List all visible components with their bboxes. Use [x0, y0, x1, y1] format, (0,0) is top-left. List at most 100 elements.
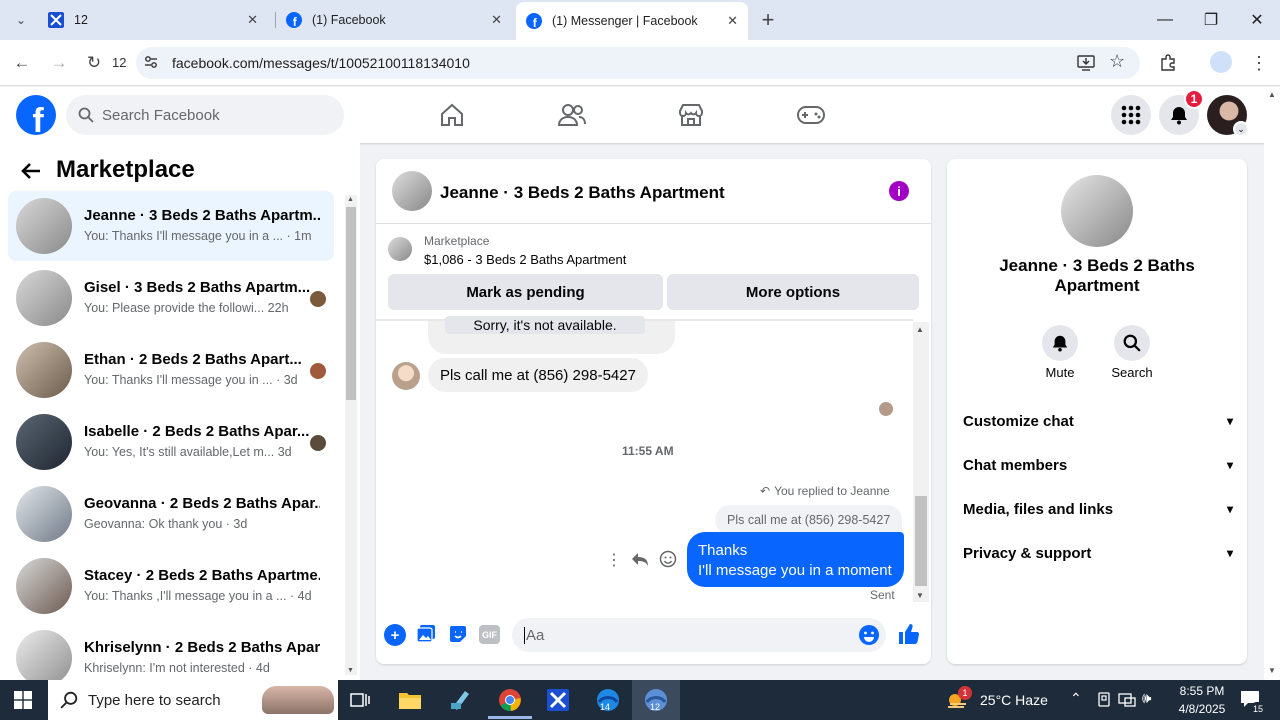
network-icon[interactable] — [1118, 692, 1136, 708]
chat-members-section[interactable]: Chat members ▾ — [963, 453, 1233, 477]
search-icon — [78, 107, 94, 123]
close-window-button[interactable]: ✕ — [1234, 0, 1280, 40]
scroll-up-arrow-icon[interactable]: ▲ — [347, 196, 354, 203]
tab-title: 12 — [74, 13, 88, 27]
browser-tab-1[interactable]: 12 ✕ — [38, 0, 268, 40]
clock-date[interactable]: 4/8/2025 — [1168, 702, 1236, 716]
menu-button[interactable] — [1111, 95, 1151, 135]
conversation-item[interactable]: Jeanne · 3 Beds 2 Baths Apartm... You: T… — [8, 191, 334, 261]
app-icon[interactable] — [538, 684, 578, 716]
chrome-app-icon[interactable] — [490, 684, 530, 716]
browser-tab-2[interactable]: f (1) Facebook ✕ — [276, 0, 512, 40]
facebook-search-input[interactable]: Search Facebook — [66, 95, 344, 135]
new-tab-button[interactable]: + — [753, 5, 783, 35]
chat-title[interactable]: Jeanne · 3 Beds 2 Baths Apartment — [440, 183, 725, 203]
file-explorer-icon[interactable] — [390, 684, 430, 716]
extensions-icon[interactable] — [1159, 53, 1177, 71]
received-message-bubble[interactable]: Pls call me at (856) 298-5427 — [428, 358, 648, 392]
conversation-item[interactable]: Isabelle · 2 Beds 2 Baths Apar... You: Y… — [8, 407, 334, 477]
close-tab-icon[interactable]: ✕ — [727, 13, 738, 29]
nav-marketplace[interactable] — [661, 95, 721, 135]
privacy-support-section[interactable]: Privacy & support ▾ — [963, 541, 1233, 565]
device-icon[interactable] — [1096, 692, 1112, 708]
sticker-icon[interactable] — [447, 623, 469, 645]
emoji-icon[interactable] — [858, 624, 880, 646]
chevron-up-icon[interactable]: ⌃ — [1070, 690, 1082, 707]
message-more-icon[interactable]: ⋮ — [606, 550, 622, 570]
install-app-icon[interactable] — [1077, 55, 1095, 71]
nav-friends[interactable] — [542, 95, 602, 135]
conversation-preview: You: Thanks I'll message you in ... · 3d — [84, 373, 298, 387]
search-conversation-button[interactable] — [1114, 325, 1150, 361]
task-view-icon[interactable] — [340, 684, 380, 716]
more-actions-plus-icon[interactable]: + — [384, 624, 406, 646]
windows-start-icon[interactable] — [14, 691, 32, 709]
facebook-favicon-icon: f — [526, 13, 542, 29]
chrome-menu-icon[interactable]: ⋮ — [1244, 48, 1274, 78]
quoted-message[interactable]: Pls call me at (856) 298-5427 — [715, 505, 903, 535]
close-tab-icon[interactable]: ✕ — [247, 12, 258, 28]
chevron-down-icon[interactable]: ⌄ — [1233, 121, 1249, 137]
clock-time[interactable]: 8:55 PM — [1172, 684, 1232, 698]
back-button[interactable]: ← — [7, 48, 37, 78]
notepad-app-icon[interactable] — [440, 684, 480, 716]
listing-thumbnail[interactable] — [388, 237, 412, 261]
conversation-item[interactable]: Stacey · 2 Beds 2 Baths Apartme... You: … — [8, 551, 334, 621]
reply-arrow-icon: ↶ — [760, 484, 771, 498]
minimize-button[interactable]: — — [1142, 0, 1188, 40]
marketplace-icon — [679, 104, 703, 126]
forward-button[interactable]: → — [44, 48, 74, 78]
tab-search-button[interactable]: ⌄ — [6, 5, 36, 35]
conversation-item[interactable]: Geovanna · 2 Beds 2 Baths Apar... Geovan… — [8, 479, 334, 549]
conversation-item[interactable]: Gisel · 3 Beds 2 Baths Apartm... You: Pl… — [8, 263, 334, 333]
active-app-indicator — [488, 716, 532, 719]
volume-icon[interactable]: 🕪 — [1142, 690, 1151, 707]
info-icon[interactable]: i — [889, 181, 909, 201]
page-scrollbar[interactable] — [1264, 88, 1280, 680]
more-options-button[interactable]: More options — [667, 274, 919, 310]
chat-avatar[interactable] — [392, 171, 432, 211]
scrollbar-thumb[interactable] — [915, 496, 927, 586]
browser-tab-3-active[interactable]: f (1) Messenger | Facebook ✕ — [516, 2, 748, 40]
close-tab-icon[interactable]: ✕ — [491, 12, 502, 28]
restore-button[interactable]: ❐ — [1188, 0, 1234, 40]
scroll-up-arrow-icon[interactable]: ▲ — [1268, 90, 1276, 99]
reload-button[interactable]: ↻ — [79, 48, 109, 78]
facebook-logo-icon[interactable]: f — [16, 95, 56, 135]
emoji-react-icon[interactable] — [659, 550, 677, 568]
profile-avatar[interactable] — [1210, 51, 1232, 73]
listing-title[interactable]: $1,086 - 3 Beds 2 Baths Apartment — [424, 252, 626, 267]
scroll-down-arrow-icon[interactable]: ▼ — [916, 591, 924, 600]
conversation-item[interactable]: Ethan · 2 Beds 2 Baths Apart... You: Tha… — [8, 335, 334, 405]
back-arrow-icon[interactable] — [20, 160, 42, 182]
media-files-links-section[interactable]: Media, files and links ▾ — [963, 497, 1233, 521]
weather-text[interactable]: 25°C Haze — [980, 692, 1048, 708]
message-timestamp: 11:55 AM — [622, 444, 674, 458]
mute-button[interactable] — [1042, 325, 1078, 361]
url-text[interactable]: facebook.com/messages/t/1005210011813401… — [172, 55, 470, 71]
search-label: Search — [1111, 365, 1153, 380]
scroll-down-arrow-icon[interactable]: ▼ — [347, 667, 354, 674]
sender-avatar[interactable] — [392, 362, 420, 390]
search-icon — [1123, 334, 1141, 352]
customize-chat-section[interactable]: Customize chat ▾ — [963, 409, 1233, 433]
sent-message-bubble[interactable]: Thanks I'll message you in a moment — [687, 532, 904, 587]
message-input[interactable]: Aa — [512, 618, 886, 652]
thumbs-up-icon[interactable] — [897, 622, 921, 646]
scroll-down-arrow-icon[interactable]: ▼ — [1268, 666, 1276, 675]
scroll-up-arrow-icon[interactable]: ▲ — [916, 325, 924, 334]
scrollbar-thumb[interactable] — [346, 207, 356, 400]
reply-icon[interactable] — [631, 550, 649, 568]
sent-status: Sent — [870, 588, 895, 602]
reply-indicator: ↶ You replied to Jeanne — [760, 484, 890, 498]
details-name: Jeanne · 3 Beds 2 Baths Apartment — [999, 256, 1195, 295]
bookmark-star-icon[interactable]: ☆ — [1109, 51, 1125, 72]
nav-home[interactable] — [422, 95, 482, 135]
nav-gaming[interactable] — [781, 95, 841, 135]
gif-icon[interactable]: GIF — [479, 625, 500, 644]
mark-as-pending-button[interactable]: Mark as pending — [388, 274, 663, 310]
details-avatar[interactable] — [1061, 175, 1133, 247]
conversation-item[interactable]: Khriselynn · 2 Beds 2 Baths Apar... Khri… — [8, 623, 334, 680]
site-info-icon[interactable] — [143, 54, 159, 70]
attach-image-icon[interactable] — [415, 623, 437, 645]
